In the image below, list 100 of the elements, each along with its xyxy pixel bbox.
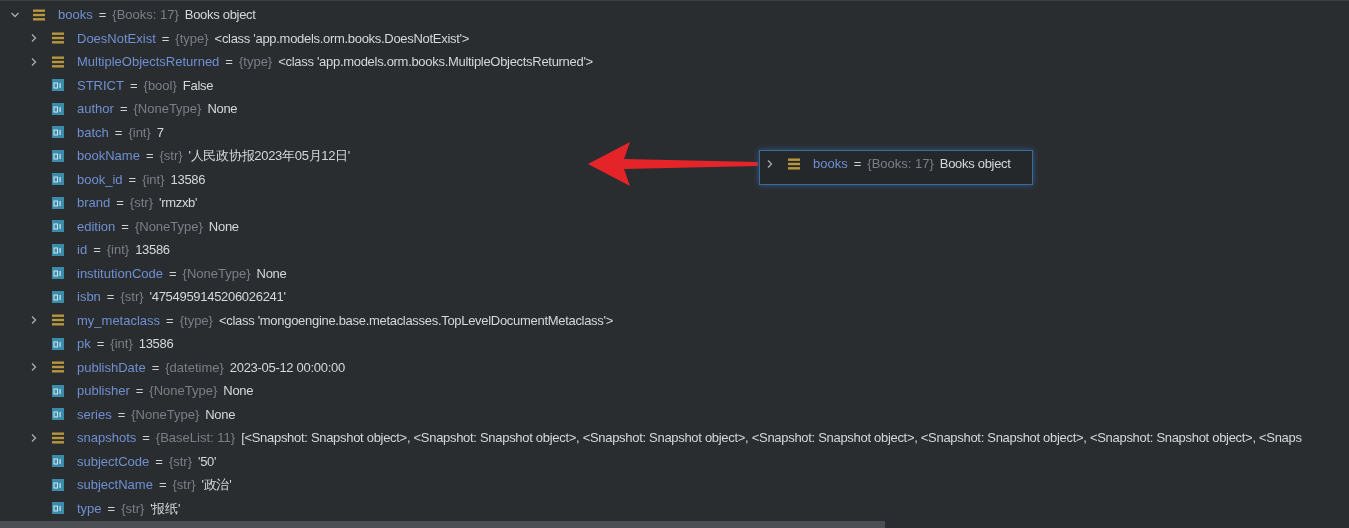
equals-sign: = [151,358,160,377]
variable-type: {BaseList: 11} [155,429,236,447]
equals-sign: = [121,217,129,236]
variable-name: snapshots [77,429,137,447]
variable-name: author [77,100,114,118]
variable-type: {Books: 17} [112,6,179,24]
variable-name: books [813,155,848,173]
field-icon [52,502,64,515]
variable-value: '4754959145206026241' [149,288,286,306]
variable-name: institutionCode [77,264,163,283]
variable-type: {datetime} [165,358,224,377]
variable-value: None [256,264,287,283]
variable-type: {int} [106,241,130,259]
variable-value: <class 'app.models.orm.books.DoesNotExist'> [214,29,469,48]
variable-name: publisher [77,382,130,400]
variable-value: 13586 [138,335,174,353]
chevron-right-icon[interactable] [29,432,39,443]
equals-sign: = [119,100,128,118]
variable-type: {NoneType} [149,382,218,400]
object-icon [52,314,64,327]
variable-type: {type} [238,53,273,71]
equals-sign: = [106,288,115,306]
field-icon [52,384,64,397]
variable-type: {NoneType} [182,264,251,283]
equals-sign: = [114,123,123,142]
equals-sign: = [107,499,116,518]
scrollbar-thumb[interactable] [0,521,885,528]
variable-name: my_metaclass [77,311,161,330]
variable-type: {NoneType} [131,405,200,424]
equals-sign: = [158,476,167,494]
variable-name: bookName [77,147,140,165]
field-icon [52,290,64,303]
field-icon [52,220,64,233]
object-icon [52,361,64,374]
variable-name: subjectName [77,476,153,494]
object-icon [52,32,64,45]
chevron-right-icon[interactable] [29,33,39,44]
pointer-arrow-icon [588,142,758,186]
variable-value: None [208,217,239,236]
variable-name: edition [77,217,116,236]
equals-sign: = [166,311,174,330]
chevron-right-icon[interactable] [29,362,39,373]
variable-type: {str} [121,499,145,518]
chevron-right-icon[interactable] [765,158,775,169]
variable-value: '50' [198,452,217,471]
field-icon [52,196,64,209]
variable-value: None [205,405,236,424]
field-icon [52,455,64,468]
equals-sign: = [155,452,163,471]
field-icon [52,102,64,115]
variable-type: {str} [172,476,196,494]
variable-type: {NoneType} [134,217,203,236]
field-icon [52,408,64,421]
variable-name: DoesNotExist [77,29,156,48]
variable-value: False [182,76,214,95]
object-icon [788,157,800,170]
variable-value: '政治' [201,476,232,494]
equals-sign: = [129,76,138,95]
variable-value: '人民政协报2023年05月12日' [188,147,350,165]
variable-value: 7 [156,123,164,142]
object-icon [52,55,64,68]
equals-sign: = [98,6,107,24]
variable-name: STRICT [77,76,124,95]
variable-type: {str} [120,288,144,306]
variable-value: 13586 [135,241,170,259]
field-icon [52,79,64,92]
variable-name: book_id [77,170,123,189]
chevron-right-icon[interactable] [29,56,39,67]
variable-name: id [77,241,88,259]
variable-value: [<Snapshot: Snapshot object>, <Snapshot: Snapshot object>, <Snapshot: Snapshot object>, <Snapshot: Snapshot object>, <Snapshot: Snapshot object>, <Snapshot: Snapshot object>, <Snaps [241,429,1302,447]
variable-type: {Books: 17} [867,155,934,173]
variable-name: books [58,6,93,24]
field-icon [52,173,64,186]
equals-sign: = [117,405,126,424]
variable-type: {type} [175,29,209,48]
equals-sign: = [96,335,105,353]
equals-sign: = [145,147,154,165]
variable-type: {int} [110,335,133,353]
variable-name: type [77,499,102,518]
equals-sign: = [161,29,170,48]
chevron-right-icon[interactable] [29,315,39,326]
variable-value: 'rmzxb' [158,194,198,212]
field-icon [52,478,64,491]
equals-sign: = [853,155,862,173]
field-icon [52,267,64,280]
field-icon [52,337,64,350]
object-icon [52,431,64,444]
variable-value: Books object [184,6,256,24]
variable-value: Books object [939,155,1011,173]
variable-type: {type} [179,311,213,330]
variable-name: batch [77,123,109,142]
field-icon [52,126,64,139]
variable-type: {str} [159,147,183,165]
equals-sign: = [225,53,233,71]
object-icon [33,8,45,21]
variable-value: 2023-05-12 00:00:00 [229,358,345,377]
variable-name: MultipleObjectsReturned [77,53,220,71]
variable-type: {int} [128,123,151,142]
variable-value: <class 'app.models.orm.books.MultipleObjectsReturned'> [278,53,593,71]
variable-name: pk [77,335,91,353]
